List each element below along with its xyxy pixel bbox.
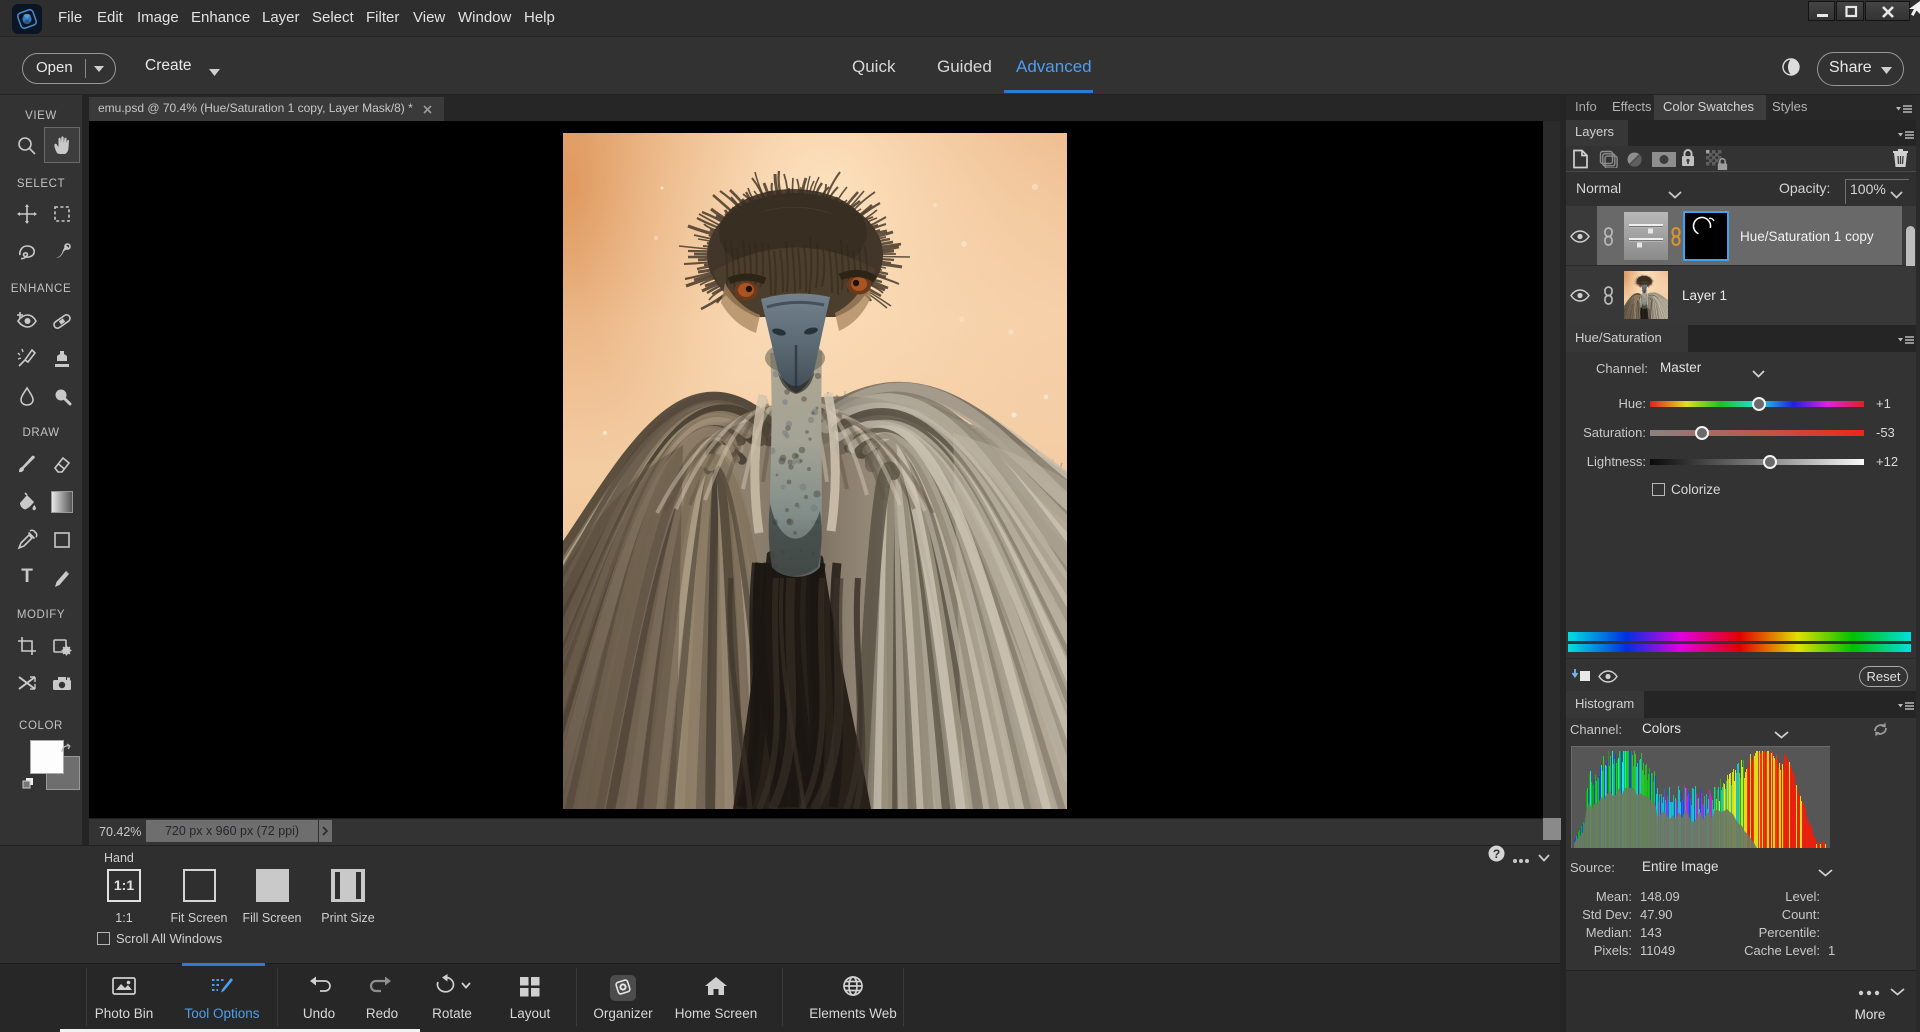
svg-text:?: ? xyxy=(1493,847,1500,861)
